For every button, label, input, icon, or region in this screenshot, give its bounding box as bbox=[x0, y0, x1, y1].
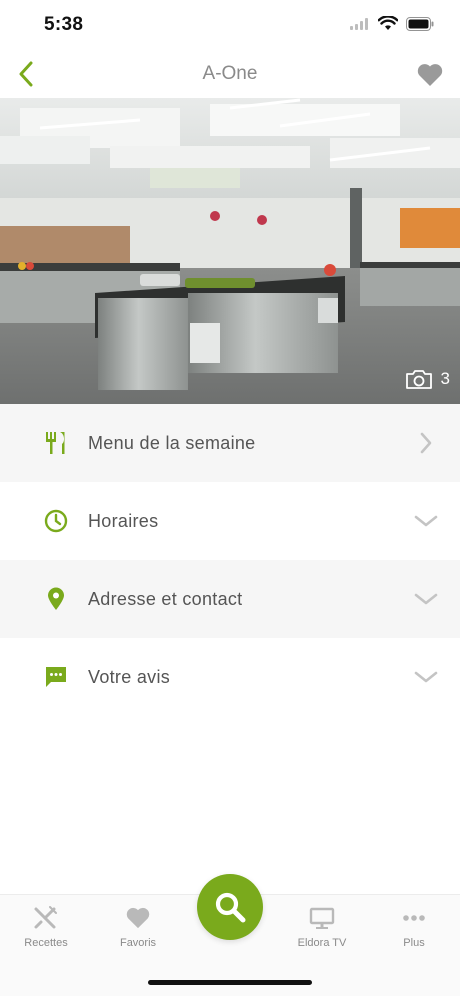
menu-row-hours[interactable]: Horaires bbox=[0, 482, 460, 560]
restaurant-photo[interactable]: 3 bbox=[0, 98, 460, 404]
tab-plus[interactable]: Plus bbox=[368, 905, 460, 949]
tab-label: Recettes bbox=[24, 937, 68, 949]
chevron-down-icon bbox=[414, 509, 438, 533]
cafeteria-image bbox=[0, 98, 460, 404]
status-bar: 5:38 bbox=[0, 0, 460, 50]
navigation-bar: A-One bbox=[0, 50, 460, 98]
status-time: 5:38 bbox=[44, 14, 84, 35]
search-icon bbox=[215, 892, 246, 923]
menu-row-label: Adresse et contact bbox=[88, 588, 243, 609]
photo-count-value: 3 bbox=[440, 369, 450, 388]
camera-icon bbox=[405, 370, 432, 389]
location-pin-icon bbox=[44, 587, 68, 611]
tab-label: Favoris bbox=[119, 937, 157, 949]
info-menu: Menu de la semaine Horaires Adresse et c… bbox=[0, 404, 460, 716]
page-title: A-One bbox=[202, 63, 258, 84]
battery-icon bbox=[406, 16, 434, 36]
menu-row-label: Horaires bbox=[88, 510, 159, 531]
monitor-icon bbox=[276, 905, 368, 931]
tab-label: Eldora TV bbox=[297, 937, 347, 949]
chevron-right-icon bbox=[414, 431, 438, 455]
search-button[interactable] bbox=[197, 874, 263, 940]
menu-row-label: Votre avis bbox=[88, 666, 171, 687]
menu-row-feedback[interactable]: Votre avis bbox=[0, 638, 460, 716]
chevron-down-icon bbox=[414, 587, 438, 611]
wifi-icon bbox=[377, 15, 399, 36]
home-indicator bbox=[148, 980, 312, 985]
favorite-button[interactable] bbox=[416, 62, 444, 88]
utensils-icon bbox=[44, 431, 68, 455]
tab-recettes[interactable]: Recettes bbox=[0, 905, 92, 949]
status-icons bbox=[350, 15, 434, 36]
heart-icon bbox=[417, 64, 443, 86]
more-dots-icon bbox=[368, 905, 460, 931]
signal-icon bbox=[350, 17, 370, 35]
tab-favoris[interactable]: Favoris bbox=[92, 905, 184, 949]
menu-row-address-contact[interactable]: Adresse et contact bbox=[0, 560, 460, 638]
menu-row-weekly-menu[interactable]: Menu de la semaine bbox=[0, 404, 460, 482]
chevron-down-icon bbox=[414, 665, 438, 689]
tab-eldora-tv[interactable]: Eldora TV bbox=[276, 905, 368, 949]
photo-count: 3 bbox=[405, 368, 450, 390]
tab-label: Plus bbox=[403, 937, 425, 949]
chat-bubble-icon bbox=[44, 665, 68, 689]
menu-row-label: Menu de la semaine bbox=[88, 432, 256, 453]
heart-icon bbox=[92, 905, 184, 931]
fork-knife-icon bbox=[0, 905, 92, 931]
clock-icon bbox=[44, 509, 68, 533]
